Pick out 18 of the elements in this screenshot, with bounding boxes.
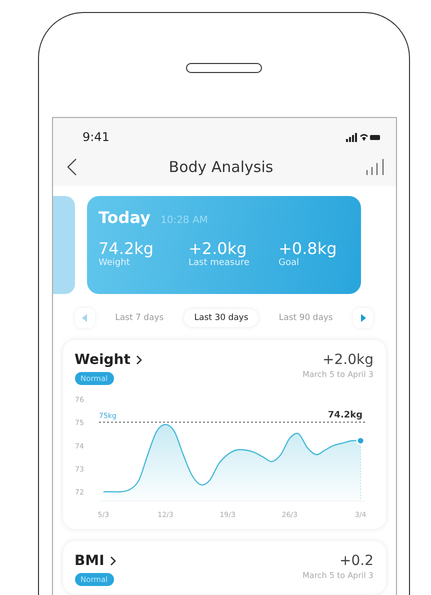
metric-change: +0.2: [340, 553, 374, 569]
summary-time: 10:28 AM: [160, 215, 208, 226]
stat-value: 74.2kg: [98, 239, 155, 258]
value-label: 74.2kg: [327, 410, 362, 421]
stat-label: Goal: [278, 258, 300, 268]
metric-link[interactable]: Weight: [74, 352, 142, 368]
summary-title: Today: [98, 208, 150, 227]
date-range: March 5 to April 3: [302, 370, 374, 379]
stat-label: Weight: [98, 258, 131, 268]
stat-label: Last measure: [188, 258, 250, 268]
stat-value: +0.8kg: [278, 239, 338, 258]
status-time: 9:41: [82, 130, 110, 144]
date-range: March 5 to April 3: [302, 571, 374, 580]
metric-link[interactable]: BMI: [74, 553, 116, 569]
period-tab[interactable]: Last 30 days: [184, 309, 258, 327]
page-title: Body Analysis: [168, 158, 274, 176]
stat-value: +2.0kg: [188, 239, 248, 258]
metric-change: +2.0kg: [322, 352, 374, 368]
